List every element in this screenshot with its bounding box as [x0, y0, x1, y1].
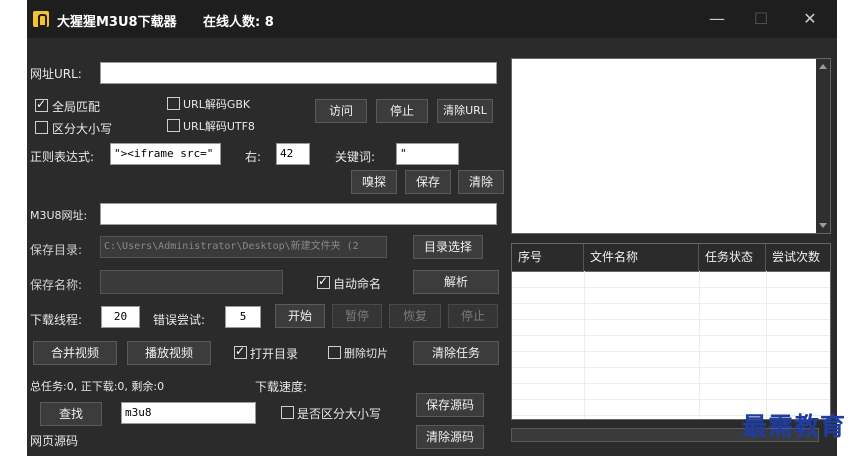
- table-row: [512, 336, 830, 352]
- right-label: 右:: [245, 150, 262, 164]
- watermark-text: 最需教育: [742, 412, 847, 441]
- url-input[interactable]: [100, 62, 497, 84]
- case-sensitive-label: 区分大小写: [52, 122, 113, 136]
- column-header-retries[interactable]: 尝试次数: [766, 244, 830, 271]
- table-row: [512, 352, 830, 368]
- stop-url-button[interactable]: 停止: [376, 99, 428, 123]
- minimize-button[interactable]: —: [703, 6, 731, 32]
- m3u8-label: M3U8网址:: [30, 209, 88, 222]
- delete-slices-label: 删除切片: [344, 347, 388, 360]
- save-name-label: 保存名称:: [30, 278, 83, 292]
- download-speed-label: 下载速度:: [255, 380, 308, 394]
- maximize-button[interactable]: ☐: [747, 6, 775, 32]
- find-input[interactable]: m3u8: [121, 402, 256, 424]
- table-row: [512, 320, 830, 336]
- visit-button[interactable]: 访问: [315, 99, 367, 123]
- stop-download-button[interactable]: 停止: [448, 304, 498, 328]
- column-header-filename[interactable]: 文件名称: [584, 244, 699, 271]
- clear-regex-button[interactable]: 清除: [458, 170, 504, 194]
- column-header-index[interactable]: 序号: [512, 244, 584, 271]
- regex-label: 正则表达式:: [30, 150, 95, 164]
- column-header-status[interactable]: 任务状态: [699, 244, 766, 271]
- start-button[interactable]: 开始: [275, 304, 325, 328]
- source-textarea[interactable]: [511, 58, 831, 234]
- m3u8-input[interactable]: [100, 203, 497, 225]
- task-table[interactable]: 序号 文件名称 任务状态 尝试次数: [511, 243, 831, 420]
- open-dir-checkbox[interactable]: [234, 344, 247, 359]
- clear-source-button[interactable]: 清除源码: [416, 425, 484, 449]
- threads-label: 下载线程:: [30, 313, 83, 327]
- delete-slices-checkbox[interactable]: [328, 346, 341, 359]
- textarea-scrollbar[interactable]: [816, 59, 830, 233]
- clear-tasks-button[interactable]: 清除任务: [413, 341, 499, 365]
- task-table-header: 序号 文件名称 任务状态 尝试次数: [512, 244, 830, 272]
- decode-gbk-checkbox[interactable]: [167, 97, 180, 110]
- merge-video-button[interactable]: 合并视频: [33, 341, 117, 365]
- find-button[interactable]: 查找: [40, 402, 102, 426]
- table-row: [512, 304, 830, 320]
- dir-select-button[interactable]: 目录选择: [413, 235, 483, 259]
- right-input[interactable]: 42: [276, 143, 310, 165]
- auto-name-checkbox[interactable]: [317, 274, 330, 289]
- global-match-label: 全局匹配: [52, 100, 101, 114]
- global-match-checkbox[interactable]: [35, 97, 48, 112]
- task-summary: 总任务:0, 正下载:0, 剩余:0: [30, 380, 165, 393]
- keyword-label: 关键词:: [335, 150, 376, 164]
- online-users-count: 在线人数: 8: [203, 15, 274, 30]
- clear-url-button[interactable]: 清除URL: [437, 99, 493, 123]
- app-window: 大猩猩M3U8下载器 在线人数: 8 — ☐ ✕ 网址URL: 全局匹配 区分大…: [27, 0, 837, 456]
- scroll-down-icon[interactable]: [819, 223, 827, 228]
- retry-input[interactable]: 5: [225, 306, 261, 328]
- regex-input[interactable]: "><iframe src=": [110, 143, 221, 165]
- play-video-button[interactable]: 播放视频: [127, 341, 211, 365]
- table-row: [512, 272, 830, 288]
- window-title: 大猩猩M3U8下载器: [57, 15, 177, 30]
- save-regex-button[interactable]: 保存: [405, 170, 451, 194]
- auto-name-label: 自动命名: [333, 277, 382, 291]
- decode-utf8-checkbox[interactable]: [167, 119, 180, 132]
- table-row: [512, 368, 830, 384]
- keyword-input[interactable]: ": [396, 143, 459, 165]
- retry-label: 错误尝试:: [153, 313, 206, 327]
- pause-button[interactable]: 暂停: [332, 304, 382, 328]
- title-bar[interactable]: 大猩猩M3U8下载器 在线人数: 8 — ☐ ✕: [27, 0, 837, 38]
- threads-input[interactable]: 20: [101, 306, 140, 328]
- close-button[interactable]: ✕: [796, 6, 824, 32]
- sniff-button[interactable]: 嗅探: [351, 170, 397, 194]
- decode-utf8-label: URL解码UTF8: [183, 120, 255, 133]
- url-label: 网址URL:: [30, 67, 82, 81]
- find-case-checkbox[interactable]: [281, 406, 294, 419]
- page-source-label: 网页源码: [30, 434, 79, 448]
- scroll-up-icon[interactable]: [819, 64, 827, 69]
- save-source-button[interactable]: 保存源码: [416, 393, 484, 417]
- save-dir-label: 保存目录:: [30, 243, 83, 257]
- decode-gbk-label: URL解码GBK: [183, 98, 251, 111]
- save-name-input[interactable]: [100, 270, 283, 294]
- table-row: [512, 384, 830, 400]
- open-dir-label: 打开目录: [250, 347, 299, 361]
- table-row: [512, 288, 830, 304]
- parse-button[interactable]: 解析: [413, 270, 499, 294]
- find-case-label: 是否区分大小写: [297, 407, 382, 421]
- save-dir-input[interactable]: C:\Users\Administrator\Desktop\新建文件夹 (2: [100, 236, 387, 258]
- resume-button[interactable]: 恢复: [389, 304, 441, 328]
- app-logo-icon: [33, 11, 49, 27]
- case-sensitive-checkbox[interactable]: [35, 121, 48, 134]
